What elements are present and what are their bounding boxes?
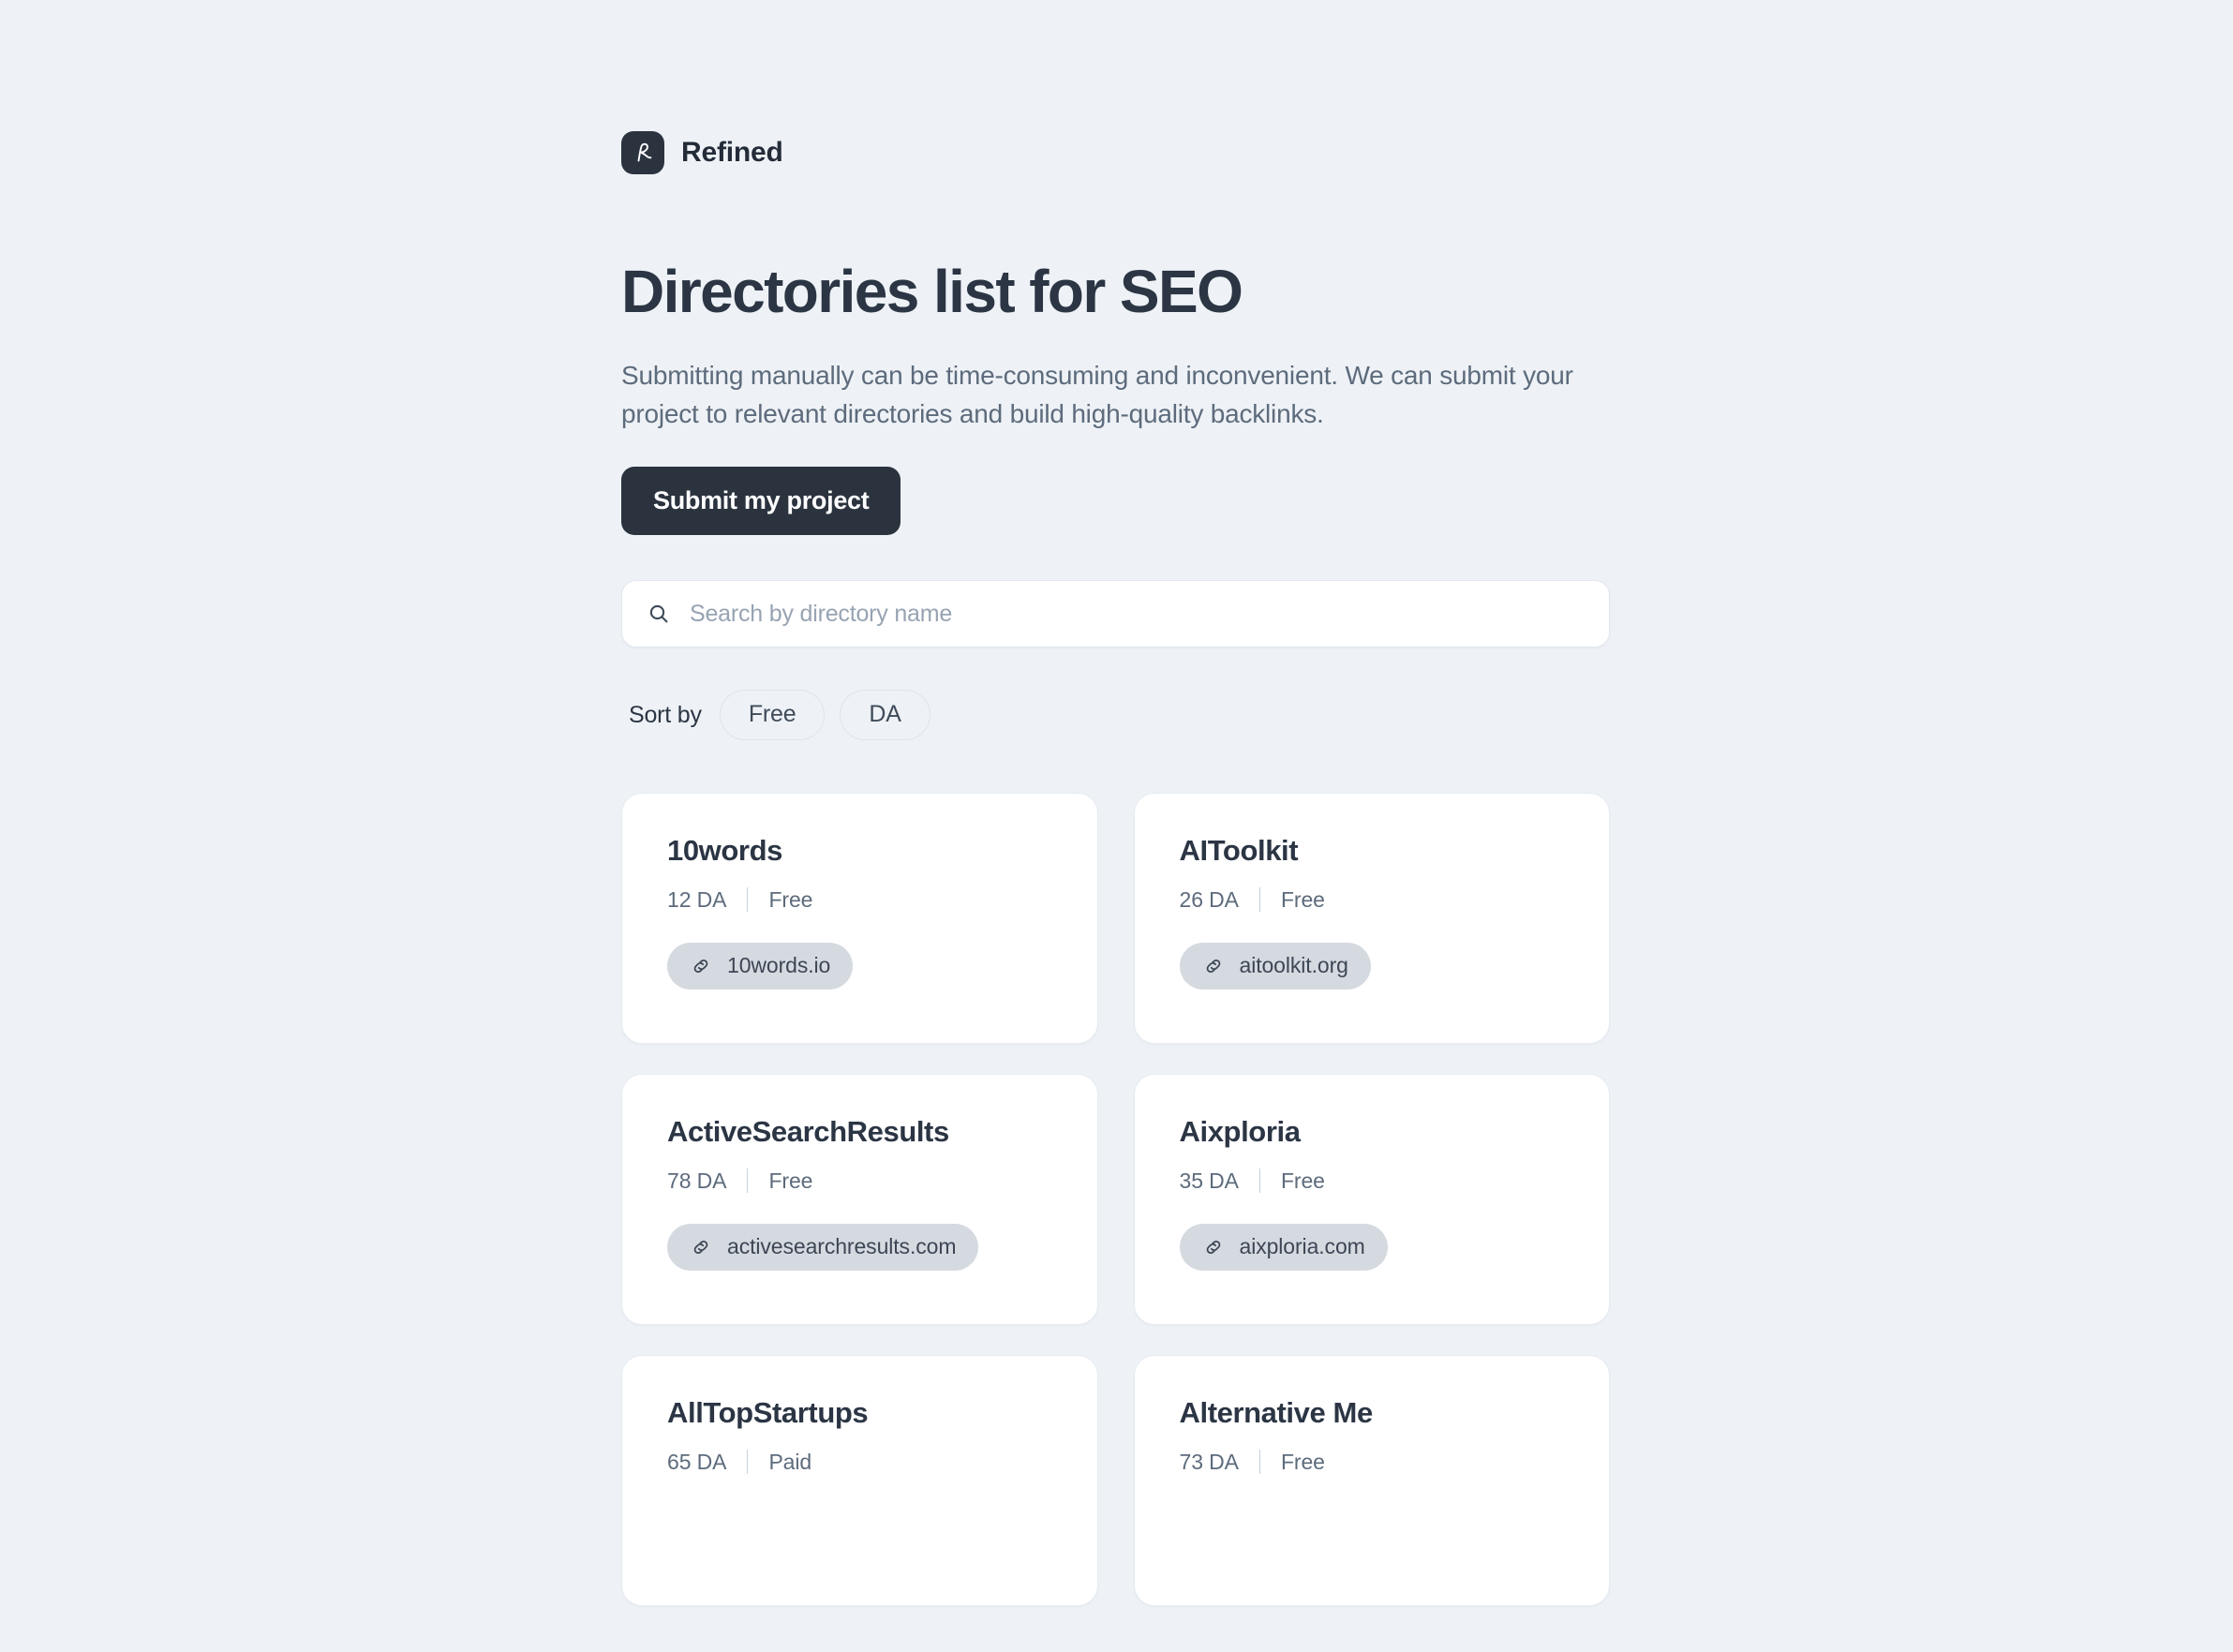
directory-domain-link[interactable]: activesearchresults.com <box>667 1223 979 1271</box>
refined-r-logo-icon <box>621 131 664 174</box>
submit-my-project-button[interactable]: Submit my project <box>621 467 901 536</box>
directory-grid: 10words 12 DA Free 10words.io AIToolkit … <box>621 792 1610 1606</box>
link-icon <box>1202 955 1225 977</box>
directory-domain-text: 10words.io <box>727 952 831 977</box>
directory-domain-text: aixploria.com <box>1239 1233 1365 1258</box>
directory-domain-text: activesearchresults.com <box>727 1233 957 1258</box>
directory-name: Alternative Me <box>1179 1395 1374 1429</box>
page-subtitle: Submitting manually can be time-consumin… <box>621 361 1573 428</box>
directory-da: 78 DA <box>667 1168 727 1193</box>
directory-meta: 26 DA Free <box>1180 887 1565 913</box>
meta-divider <box>747 887 749 913</box>
link-icon <box>1202 1236 1225 1258</box>
search-icon <box>647 602 671 626</box>
link-icon <box>690 955 712 977</box>
directory-da: 35 DA <box>1179 1168 1240 1193</box>
directory-domain-link[interactable]: aixploria.com <box>1179 1223 1388 1271</box>
meta-divider <box>747 1450 749 1475</box>
directory-meta: 65 DA Paid <box>667 1450 1052 1475</box>
directory-meta: 35 DA Free <box>1180 1168 1565 1194</box>
page-root: Refined Directories list for SEO Submitt… <box>0 0 2233 1652</box>
sort-pill-da[interactable]: DA <box>840 690 930 740</box>
directory-da: 26 DA <box>1179 886 1240 912</box>
directory-domain-text: aitoolkit.org <box>1239 952 1348 977</box>
directory-name: Aixploria <box>1179 1114 1301 1148</box>
search-input[interactable] <box>690 600 1585 628</box>
directory-meta: 78 DA Free <box>667 1168 1052 1194</box>
directory-name: AIToolkit <box>1179 833 1299 867</box>
directory-card[interactable]: Aixploria 35 DA Free aixploria.com <box>1133 1073 1610 1325</box>
directory-da: 12 DA <box>667 886 727 912</box>
directory-card[interactable]: Alternative Me 73 DA Free <box>1133 1354 1610 1606</box>
directory-meta: 73 DA Free <box>1180 1450 1565 1475</box>
content-container: Refined Directories list for SEO Submitt… <box>621 0 1610 1606</box>
directory-da: 65 DA <box>667 1449 727 1474</box>
directory-card[interactable]: AllTopStartups 65 DA Paid <box>621 1354 1098 1606</box>
link-icon <box>690 1236 712 1258</box>
page-title: Directories list for SEO <box>621 258 1243 325</box>
search-bar[interactable] <box>621 580 1610 648</box>
meta-divider <box>1258 1168 1260 1194</box>
meta-divider <box>747 1168 749 1194</box>
directory-card[interactable]: AIToolkit 26 DA Free aitoolkit.org <box>1133 792 1610 1044</box>
directory-price: Free <box>1280 1449 1325 1474</box>
directory-da: 73 DA <box>1179 1449 1240 1474</box>
directory-price: Paid <box>768 1449 812 1474</box>
directory-price: Free <box>1280 886 1325 912</box>
brand-logo[interactable]: Refined <box>621 131 1610 174</box>
directory-card[interactable]: 10words 12 DA Free 10words.io <box>621 792 1098 1044</box>
directory-domain-link[interactable]: aitoolkit.org <box>1179 942 1371 990</box>
directory-price: Free <box>768 886 813 912</box>
directory-name: 10words <box>667 833 782 867</box>
brand-name: Refined <box>681 137 783 168</box>
directory-price: Free <box>1280 1168 1325 1193</box>
directory-meta: 12 DA Free <box>667 887 1052 913</box>
sort-pill-free[interactable]: Free <box>719 690 826 740</box>
meta-divider <box>1258 1450 1260 1475</box>
directory-price: Free <box>768 1168 813 1193</box>
sort-controls: Sort by Free DA <box>621 690 1610 740</box>
directory-domain-link[interactable]: 10words.io <box>667 942 854 990</box>
directory-card[interactable]: ActiveSearchResults 78 DA Free activesea… <box>621 1073 1098 1325</box>
meta-divider <box>1258 887 1260 913</box>
directory-name: ActiveSearchResults <box>667 1114 949 1148</box>
sort-by-label: Sort by <box>629 701 702 728</box>
directory-name: AllTopStartups <box>667 1395 869 1429</box>
